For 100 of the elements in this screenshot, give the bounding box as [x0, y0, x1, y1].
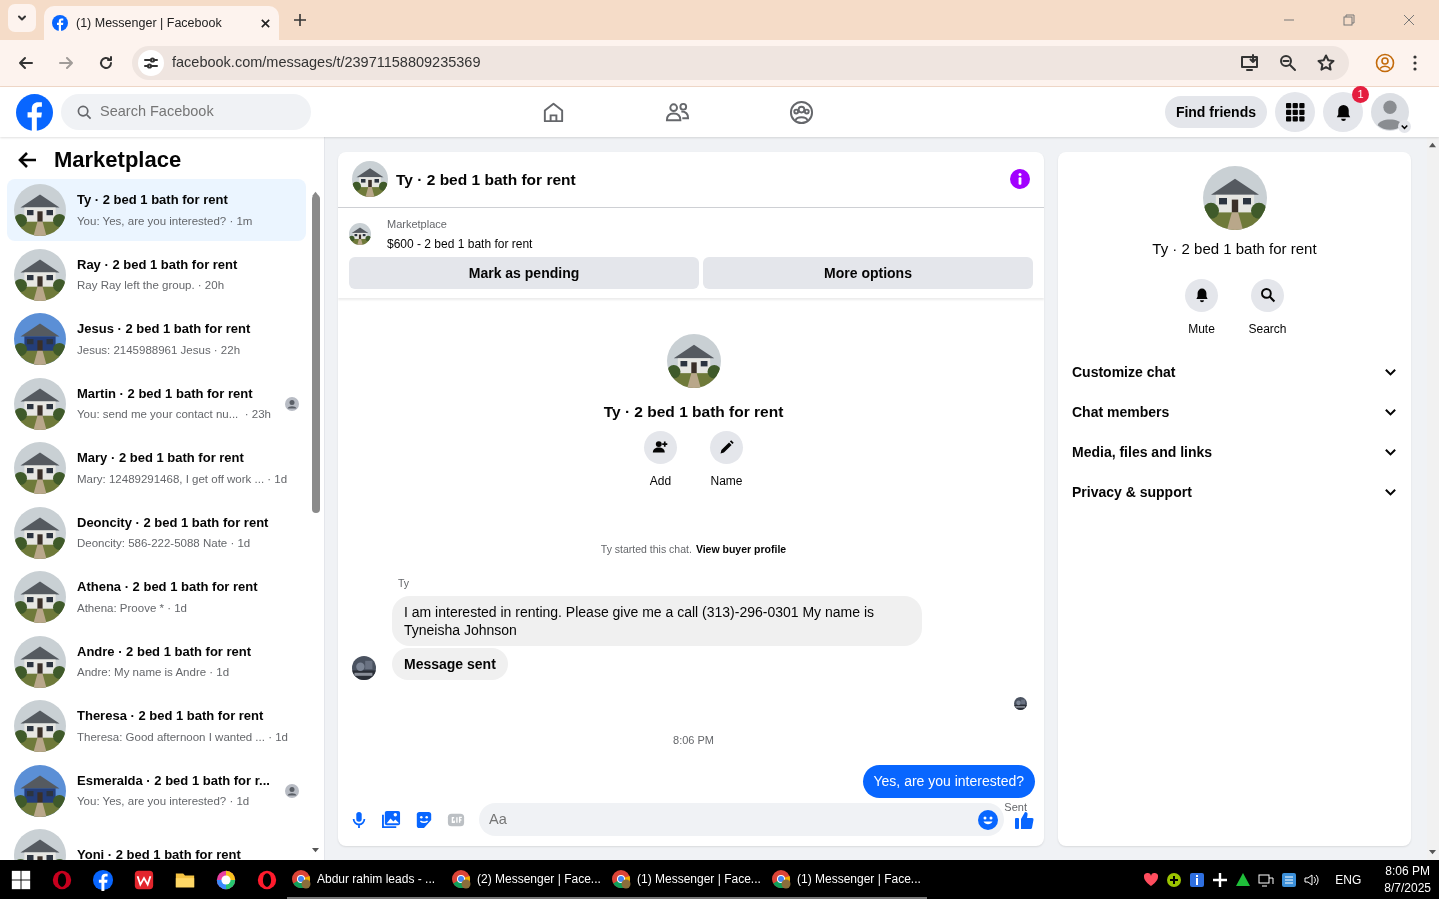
- conversation-item[interactable]: Deoncity · 2 bed 1 bath for rent Deoncity: 586-222-5088 Nate · 1d: [7, 501, 306, 564]
- conversation-item[interactable]: Martin · 2 bed 1 bath for rent You: send me your contact nu... · 23h: [7, 372, 306, 435]
- star-icon[interactable]: [1317, 54, 1335, 72]
- message-preview: Jesus: 2145988961 Jesus · 22h: [77, 342, 242, 358]
- taskbar-window[interactable]: (1) Messenger | Face...: [767, 860, 927, 899]
- search-icon: [77, 104, 92, 120]
- message-bubble: Message sent: [392, 647, 508, 680]
- find-friends-button[interactable]: Find friends: [1164, 96, 1267, 128]
- heart-icon[interactable]: [1143, 871, 1160, 888]
- taskbar-window[interactable]: (1) Messenger | Face...: [607, 860, 767, 899]
- search-input[interactable]: Search Facebook: [100, 101, 295, 123]
- scroll-up-icon[interactable]: [311, 190, 320, 198]
- section-row[interactable]: Customize chat: [1058, 352, 1411, 393]
- intro-title: Ty · 2 bed 1 bath for rent: [603, 402, 784, 422]
- facebook-icon: [52, 15, 68, 31]
- site-info-button[interactable]: [138, 50, 164, 76]
- listing-action-button[interactable]: Mark as pending: [349, 257, 699, 289]
- conversation-title: Theresa · 2 bed 1 bath for rent: [77, 707, 265, 726]
- message-input[interactable]: Aa: [489, 808, 978, 831]
- microphone-icon[interactable]: [350, 810, 368, 829]
- sticker-icon[interactable]: [415, 810, 433, 829]
- conversation-title: Athena · 2 bed 1 bath for rent: [77, 578, 259, 597]
- message-preview: Deoncity: 586-222-5088 Nate · 1d: [77, 536, 252, 552]
- grid-icon: [1285, 102, 1305, 122]
- taskbar-window[interactable]: (2) Messenger | Face...: [447, 860, 607, 899]
- close-icon[interactable]: [260, 17, 271, 29]
- details-action-button[interactable]: [1251, 278, 1284, 312]
- scroll-up-icon[interactable]: [1428, 141, 1437, 148]
- conversation-item[interactable]: Theresa · 2 bed 1 bath for rent Theresa: Good afternoon I wanted ... · 1d: [7, 695, 306, 757]
- message-bubble: Yes, are you interested?: [862, 765, 1035, 799]
- browser-icon: [451, 868, 471, 889]
- chat-title: Ty · 2 bed 1 bath for rent: [396, 169, 577, 190]
- image-icon[interactable]: [382, 810, 401, 829]
- listing-title[interactable]: $600 - 2 bed 1 bath for rent: [387, 235, 533, 253]
- browser-tab[interactable]: (1) Messenger | Facebook: [44, 6, 279, 40]
- windows-icon[interactable]: [9, 868, 32, 891]
- scroll-down-icon[interactable]: [1428, 849, 1437, 856]
- monitor-icon[interactable]: [1258, 871, 1275, 888]
- network-icon[interactable]: [1281, 871, 1298, 888]
- section-row[interactable]: Media, files and links: [1058, 432, 1411, 473]
- intro-action-button[interactable]: [710, 431, 743, 465]
- buyer-profile-link[interactable]: View buyer profile: [695, 542, 787, 558]
- conversation-item[interactable]: Mary · 2 bed 1 bath for rent Mary: 12489291468, I get off work ... · 1d: [7, 437, 306, 499]
- back-arrow-icon[interactable]: [18, 149, 38, 170]
- document-app-icon[interactable]: [132, 868, 155, 891]
- action-label: Add: [649, 473, 672, 491]
- conversation-title: Martin · 2 bed 1 bath for rent: [77, 384, 254, 403]
- profile-icon[interactable]: [1375, 53, 1395, 73]
- install-icon[interactable]: [1241, 54, 1259, 72]
- listing-action-button[interactable]: More options: [703, 257, 1033, 289]
- browser-icon: [291, 868, 311, 889]
- color-wheel-icon[interactable]: [214, 868, 237, 891]
- triangle-icon[interactable]: [1235, 871, 1252, 888]
- browser-icon: [611, 868, 631, 889]
- like-icon[interactable]: [1014, 809, 1034, 830]
- conversation-item[interactable]: Jesus · 2 bed 1 bath for rent Jesus: 2145988961 Jesus · 22h: [7, 308, 306, 370]
- conversation-item[interactable]: Andre · 2 bed 1 bath for rent Andre: My name is Andre · 1d: [7, 630, 306, 693]
- menu-icon[interactable]: [1413, 55, 1417, 71]
- facebook-icon[interactable]: [91, 868, 114, 891]
- message-preview: Athena: Proove * · 1d: [77, 600, 188, 616]
- details-action-button[interactable]: [1185, 278, 1218, 312]
- taskbar-window[interactable]: Abdur rahim leads - ...: [287, 860, 447, 899]
- language-indicator[interactable]: ENG: [1335, 870, 1362, 889]
- search-field[interactable]: Search Facebook: [61, 94, 311, 130]
- zoom-icon[interactable]: [1279, 54, 1297, 72]
- tab-title: (1) Messenger | Facebook: [76, 14, 223, 32]
- conversation-item[interactable]: Esmeralda · 2 bed 1 bath for r... You: Yes, are you interested? · 1d: [7, 759, 306, 822]
- notifications-button[interactable]: [1323, 92, 1363, 132]
- section-row[interactable]: Privacy & support: [1058, 472, 1411, 513]
- back-icon[interactable]: [18, 55, 34, 71]
- chevron-down-icon[interactable]: [1398, 120, 1411, 133]
- conversation-item[interactable]: Ray · 2 bed 1 bath for rent Ray Ray left the group. · 20h: [7, 243, 306, 306]
- plus-circle-icon[interactable]: [1166, 871, 1183, 888]
- message-field[interactable]: Aa: [479, 803, 1004, 836]
- message-preview: Theresa: Good afternoon I wanted ... · 1d: [77, 729, 289, 745]
- menu-button[interactable]: [1275, 92, 1315, 132]
- clock[interactable]: 8:06 PM 8/7/2025: [1384, 862, 1431, 897]
- scroll-down-icon[interactable]: [311, 847, 320, 854]
- conversation-item[interactable]: Athena · 2 bed 1 bath for rent Athena: Proove * · 1d: [7, 566, 306, 628]
- message-preview: You: send me your contact nu... · 23h: [77, 407, 272, 423]
- conversation-item[interactable]: Ty · 2 bed 1 bath for rent You: Yes, are you interested? · 1m: [7, 179, 306, 241]
- ring-icon[interactable]: [50, 868, 73, 891]
- info-icon[interactable]: [1189, 871, 1206, 888]
- conversation-title: Mary · 2 bed 1 bath for rent: [77, 449, 245, 468]
- conversation-title: Ty · 2 bed 1 bath for rent: [77, 191, 229, 210]
- message-preview: You: Yes, are you interested? · 1d: [77, 794, 251, 810]
- sender-name: Ty: [398, 576, 411, 591]
- facebook-logo-icon[interactable]: [16, 93, 53, 131]
- reload-icon[interactable]: [98, 55, 114, 71]
- action-label: Search: [1248, 320, 1287, 338]
- chat-start-note: Ty started this chat.: [600, 542, 692, 558]
- intro-action-button[interactable]: [644, 431, 677, 465]
- emoji-icon[interactable]: [978, 809, 998, 830]
- speaker-icon[interactable]: [1304, 871, 1321, 888]
- scrollbar-thumb[interactable]: [312, 195, 320, 513]
- section-row[interactable]: Chat members: [1058, 392, 1411, 433]
- plus-icon[interactable]: [293, 13, 307, 27]
- group-icon[interactable]: [788, 99, 814, 125]
- ring-icon[interactable]: [255, 868, 278, 891]
- sidebar-title: Marketplace: [54, 146, 182, 174]
